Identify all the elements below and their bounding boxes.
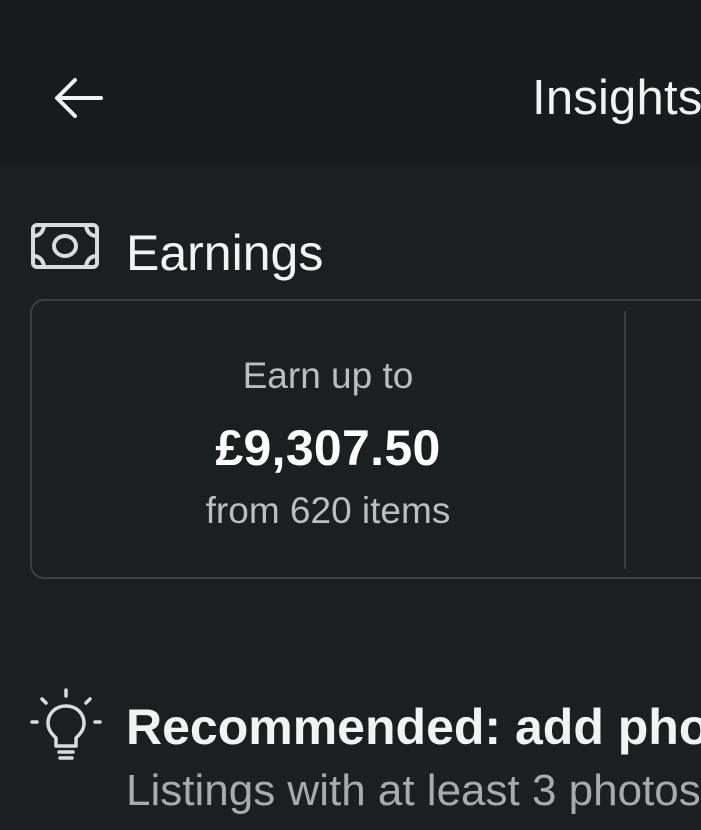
back-button[interactable] [40,60,116,136]
page-title: Insights [532,71,701,125]
earnings-card[interactable]: Earn up to £9,307.50 from 620 items [30,299,701,579]
lightbulb-icon [30,688,102,760]
top-app-bar: Insights [0,0,701,164]
money-icon [31,223,99,269]
recommendation-title[interactable]: Recommended: add photos [126,698,701,756]
card-divider [624,311,626,569]
earn-amount: £9,307.50 [215,420,441,476]
recommendation-subtitle: Listings with at least 3 photos [126,766,701,815]
arrow-left-icon [55,78,103,118]
earn-label: Earn up to [242,355,414,396]
earnings-summary: Earn up to £9,307.50 from 620 items [32,301,624,577]
insights-screen: Insights Earnings Earn up to £9,307.50 f… [0,0,701,830]
earnings-icon-wrap [30,222,100,270]
earnings-section-title: Earnings [126,225,324,281]
earn-items-count: from 620 items [205,490,451,531]
